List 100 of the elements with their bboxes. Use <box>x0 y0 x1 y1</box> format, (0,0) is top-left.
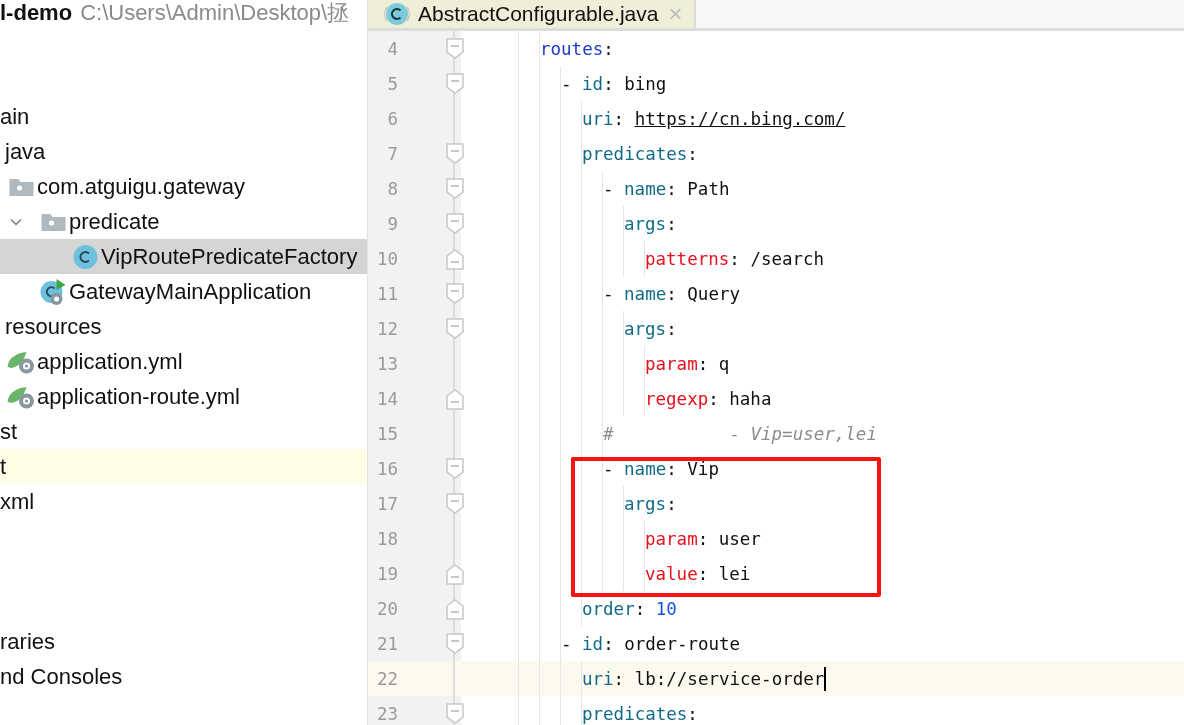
yaml-punctuation: - <box>603 283 615 304</box>
fold-marker-icon[interactable] <box>446 247 464 270</box>
tree-item[interactable]: predicate <box>0 204 367 239</box>
yaml-key: args <box>624 213 667 234</box>
yaml-value: q <box>718 353 730 374</box>
yaml-key: name <box>624 458 667 479</box>
yaml-punctuation: : <box>687 143 698 164</box>
yaml-punctuation: : <box>666 178 678 199</box>
yaml-punctuation: : <box>666 493 677 514</box>
line-number: 17 <box>375 493 398 514</box>
yaml-key: name <box>624 178 667 199</box>
tree-item[interactable]: resources <box>0 309 367 344</box>
fold-marker-icon[interactable] <box>446 37 464 60</box>
yaml-punctuation: : <box>603 73 615 94</box>
tree-item-label: xml <box>0 488 35 515</box>
fold-marker-icon[interactable] <box>446 72 464 95</box>
project-path: C:\Users\Admin\Desktop\拯 <box>80 0 350 27</box>
yaml-punctuation: : <box>666 283 678 304</box>
fold-marker-icon[interactable] <box>446 562 464 585</box>
tree-item-label: application-route.yml <box>37 383 240 410</box>
tree-item[interactable]: com.atguigu.gateway <box>0 169 367 204</box>
yaml-value: order-route <box>624 633 741 654</box>
yaml-punctuation: : <box>697 528 710 549</box>
fold-marker-icon[interactable] <box>446 282 464 305</box>
yaml-key: regexp <box>645 388 709 409</box>
yaml-key: patterns <box>645 248 730 269</box>
line-number: 7 <box>386 143 398 164</box>
line-number: 6 <box>386 108 398 129</box>
tree-item[interactable]: application-route.yml <box>0 379 367 414</box>
yaml-key: args <box>624 318 667 339</box>
yaml-value: Vip <box>687 458 719 479</box>
project-name: l-demo <box>0 0 73 26</box>
tree-item-label: t <box>0 453 7 480</box>
fold-marker-icon[interactable] <box>446 492 464 515</box>
yaml-key: value <box>645 563 698 584</box>
line-number: 23 <box>375 703 398 724</box>
fold-marker-icon[interactable] <box>446 702 464 725</box>
yaml-key: uri <box>582 668 614 689</box>
tab-label: AbstractConfigurable.java <box>418 2 659 26</box>
yaml-value: lb://service-order <box>634 668 825 689</box>
line-number: 8 <box>386 178 398 199</box>
leaf-gear-icon <box>6 384 37 409</box>
yaml-punctuation: : <box>687 703 698 724</box>
tree-item-label: GatewayMainApplication <box>69 278 312 305</box>
yaml-number: 10 <box>655 598 677 619</box>
yaml-key: id <box>582 73 604 94</box>
yaml-punctuation: : <box>613 108 626 129</box>
fold-marker-icon[interactable] <box>446 597 464 620</box>
yaml-punctuation: : <box>708 388 720 409</box>
yaml-key: param <box>645 353 698 374</box>
yaml-key: id <box>582 633 604 654</box>
fold-marker-icon[interactable] <box>446 317 464 340</box>
yaml-key: predicates <box>582 143 688 164</box>
tree-item[interactable]: application.yml <box>0 344 367 379</box>
tree-item-label: VipRoutePredicateFactory <box>101 243 358 270</box>
line-number: 18 <box>375 528 398 549</box>
tree-item[interactable]: t <box>0 449 367 484</box>
yaml-punctuation: : <box>666 318 677 339</box>
yaml-punctuation: : <box>603 38 614 59</box>
fold-marker-icon[interactable] <box>446 387 464 410</box>
tree-item-label: resources <box>5 313 102 340</box>
tree-item[interactable]: xml <box>0 484 367 519</box>
tree-item[interactable]: nd Consoles <box>0 659 367 694</box>
url-link[interactable]: https://cn.bing.com/ <box>634 108 846 129</box>
fold-marker-icon[interactable] <box>446 457 464 480</box>
yaml-punctuation: : <box>697 563 710 584</box>
tree-item[interactable]: java <box>0 134 367 169</box>
fold-marker-icon[interactable] <box>446 632 464 655</box>
tree-item[interactable]: VipRoutePredicateFactory <box>0 239 367 274</box>
yaml-punctuation: : <box>666 458 678 479</box>
line-number: 15 <box>375 423 398 444</box>
line-number: 10 <box>375 248 398 269</box>
yaml-punctuation: : <box>634 598 647 619</box>
line-number: 11 <box>375 283 398 304</box>
fold-marker-icon[interactable] <box>446 142 464 165</box>
editor-tab[interactable]: AbstractConfigurable.java × <box>368 0 697 28</box>
yaml-punctuation: - <box>561 633 573 654</box>
line-number: 21 <box>375 633 398 654</box>
tree-item[interactable]: raries <box>0 624 367 659</box>
class-icon <box>384 1 410 27</box>
line-number: 5 <box>386 73 398 94</box>
yaml-punctuation: : <box>666 213 677 234</box>
fold-marker-icon[interactable] <box>446 177 464 200</box>
fold-marker-icon[interactable] <box>446 212 464 235</box>
yaml-value: /search <box>750 248 825 269</box>
yaml-key: args <box>624 493 667 514</box>
tree-item-label: application.yml <box>37 348 183 375</box>
line-number: 19 <box>375 563 398 584</box>
leaf-gear-icon <box>6 349 37 374</box>
tree-item[interactable]: ain <box>0 99 367 134</box>
yaml-value: lei <box>718 563 751 584</box>
yaml-punctuation: : <box>613 668 626 689</box>
tree-item-label: java <box>5 138 46 165</box>
yaml-punctuation: : <box>697 353 710 374</box>
tree-item[interactable]: GatewayMainApplication <box>0 274 367 309</box>
line-number: 22 <box>375 668 398 689</box>
yaml-value: Query <box>687 283 740 304</box>
tree-item[interactable]: st <box>0 414 367 449</box>
yaml-key: param <box>645 528 698 549</box>
line-number: 16 <box>375 458 398 479</box>
